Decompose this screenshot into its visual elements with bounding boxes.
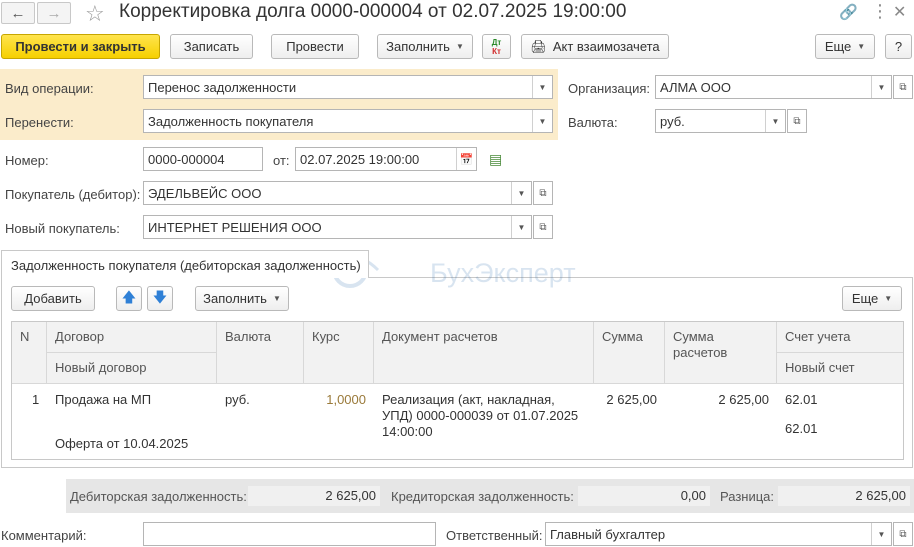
back-button[interactable]: ←	[1, 2, 35, 24]
date-label: от:	[273, 153, 290, 168]
new-buyer-label: Новый покупатель:	[5, 221, 120, 236]
row-currency: руб.	[225, 392, 250, 407]
move-down-button[interactable]: 🡇	[147, 286, 173, 311]
arrow-up-icon: 🡅	[121, 288, 137, 305]
dropdown-arrow-icon[interactable]: ▼	[871, 76, 891, 98]
dt-kt-icon: Дт Кт	[491, 37, 502, 56]
row-contract: Продажа на МП	[55, 392, 152, 407]
column-header-new-contract[interactable]: Новый договор	[47, 353, 217, 384]
number-label: Номер:	[5, 153, 49, 168]
row-new-account: 62.01	[785, 421, 818, 436]
organization-label: Организация:	[568, 81, 651, 96]
tab-buyer-debt[interactable]: Задолженность покупателя (дебиторская за…	[1, 250, 369, 278]
operation-select[interactable]: Перенос задолженности ▼	[143, 75, 553, 99]
link-icon[interactable]: 🔗	[839, 3, 858, 21]
fill-dropdown-button[interactable]: Заполнить ▼	[377, 34, 473, 59]
number-input[interactable]: 0000-000004	[143, 147, 263, 171]
row-account: 62.01	[785, 392, 818, 407]
save-button[interactable]: Записать	[170, 34, 253, 59]
dropdown-arrow-icon[interactable]: ▼	[871, 523, 891, 545]
open-organization-button[interactable]: ⧉	[893, 75, 913, 99]
window-title: Корректировка долга 0000-000004 от 02.07…	[119, 1, 627, 22]
add-row-button[interactable]: Добавить	[11, 286, 95, 311]
post-button[interactable]: Провести	[271, 34, 359, 59]
open-responsible-button[interactable]: ⧉	[893, 522, 913, 546]
chevron-down-icon: ▼	[884, 294, 893, 303]
column-header-rate[interactable]: Курс	[304, 322, 374, 384]
column-header-account[interactable]: Счет учета	[777, 322, 903, 353]
arrow-right-icon: →	[46, 4, 62, 22]
row-number: 1	[32, 392, 40, 407]
column-header-currency[interactable]: Валюта	[217, 322, 304, 384]
new-buyer-field[interactable]: ИНТЕРНЕТ РЕШЕНИЯ ООО ▼	[143, 215, 532, 239]
row-rate: 1,0000	[326, 392, 366, 407]
totals-bar: Дебиторская задолженность: 2 625,00 Кред…	[66, 479, 914, 513]
open-window-icon: ⧉	[899, 81, 907, 93]
buyer-label: Покупатель (дебитор):	[5, 187, 141, 202]
debt-total-value: 2 625,00	[248, 486, 380, 506]
row-sum: 2 625,00	[606, 392, 657, 407]
credit-total-value: 0,00	[578, 486, 710, 506]
row-calc-sum: 2 625,00	[718, 392, 769, 407]
credit-total-label: Кредиторская задолженность:	[391, 489, 574, 504]
column-header-document[interactable]: Документ расчетов	[374, 322, 594, 384]
act-offset-button[interactable]: 🖨 Акт взаимозачета	[521, 34, 669, 59]
date-input[interactable]: 02.07.2025 19:00:00 📅	[295, 147, 477, 171]
table-row[interactable]: 1 Продажа на МП Оферта от 10.04.2025 руб…	[12, 384, 903, 459]
open-window-icon: ⧉	[539, 221, 547, 233]
responsible-field[interactable]: Главный бухгалтер ▼	[545, 522, 892, 546]
arrow-down-icon: 🡇	[152, 288, 168, 305]
difference-label: Разница:	[720, 489, 775, 504]
column-header-n[interactable]: N	[12, 322, 47, 384]
dt-kt-button[interactable]: Дт Кт	[482, 34, 511, 59]
chevron-down-icon: ▼	[857, 42, 866, 51]
column-header-calc-sum[interactable]: Сумма расчетов	[665, 322, 777, 384]
table-fill-dropdown-button[interactable]: Заполнить ▼	[195, 286, 289, 311]
printer-icon: 🖨	[530, 38, 547, 54]
dropdown-arrow-icon[interactable]: ▼	[765, 110, 785, 132]
open-window-icon: ⧉	[793, 115, 801, 127]
responsible-label: Ответственный:	[446, 528, 543, 543]
dropdown-arrow-icon[interactable]: ▼	[532, 110, 552, 132]
buyer-field[interactable]: ЭДЕЛЬВЕЙС ООО ▼	[143, 181, 532, 205]
open-window-icon: ⧉	[539, 187, 547, 199]
dropdown-arrow-icon[interactable]: ▼	[532, 76, 552, 98]
document-status-icon[interactable]: ▤	[489, 151, 502, 168]
help-button[interactable]: ?	[885, 34, 912, 59]
forward-button[interactable]: →	[37, 2, 71, 24]
column-header-contract[interactable]: Договор	[47, 322, 217, 353]
close-icon[interactable]: ✕	[893, 2, 906, 22]
more-button[interactable]: Еще ▼	[815, 34, 875, 59]
operation-label: Вид операции:	[5, 81, 94, 96]
debt-table: N Договор Новый договор Валюта Курс Доку…	[11, 321, 904, 460]
currency-label: Валюта:	[568, 115, 618, 130]
row-document: Реализация (акт, накладная, УПД) 0000-00…	[382, 392, 579, 439]
row-new-contract: Оферта от 10.04.2025	[55, 436, 189, 451]
comment-label: Комментарий:	[1, 528, 87, 543]
dropdown-arrow-icon[interactable]: ▼	[511, 182, 531, 204]
debt-total-label: Дебиторская задолженность:	[70, 489, 247, 504]
transfer-select[interactable]: Задолженность покупателя ▼	[143, 109, 553, 133]
open-window-icon: ⧉	[899, 528, 907, 540]
table-more-button[interactable]: Еще ▼	[842, 286, 902, 311]
chevron-down-icon: ▼	[455, 42, 464, 51]
chevron-down-icon: ▼	[272, 294, 281, 303]
organization-field[interactable]: АЛМА ООО ▼	[655, 75, 892, 99]
open-new-buyer-button[interactable]: ⧉	[533, 215, 553, 239]
column-header-sum[interactable]: Сумма	[594, 322, 665, 384]
arrow-left-icon: ←	[10, 4, 26, 22]
comment-input[interactable]	[143, 522, 436, 546]
open-currency-button[interactable]: ⧉	[787, 109, 807, 133]
dropdown-arrow-icon[interactable]: ▼	[511, 216, 531, 238]
column-header-new-account[interactable]: Новый счет	[777, 353, 903, 384]
transfer-label: Перенести:	[5, 115, 74, 130]
calendar-icon[interactable]: 📅	[456, 148, 476, 170]
post-and-close-button[interactable]: Провести и закрыть	[1, 34, 160, 59]
open-buyer-button[interactable]: ⧉	[533, 181, 553, 205]
currency-field[interactable]: руб. ▼	[655, 109, 786, 133]
menu-dots-icon[interactable]: ⋮	[871, 1, 889, 22]
favorite-star-icon[interactable]: ☆	[85, 1, 105, 27]
move-up-button[interactable]: 🡅	[116, 286, 142, 311]
difference-value: 2 625,00	[778, 486, 910, 506]
